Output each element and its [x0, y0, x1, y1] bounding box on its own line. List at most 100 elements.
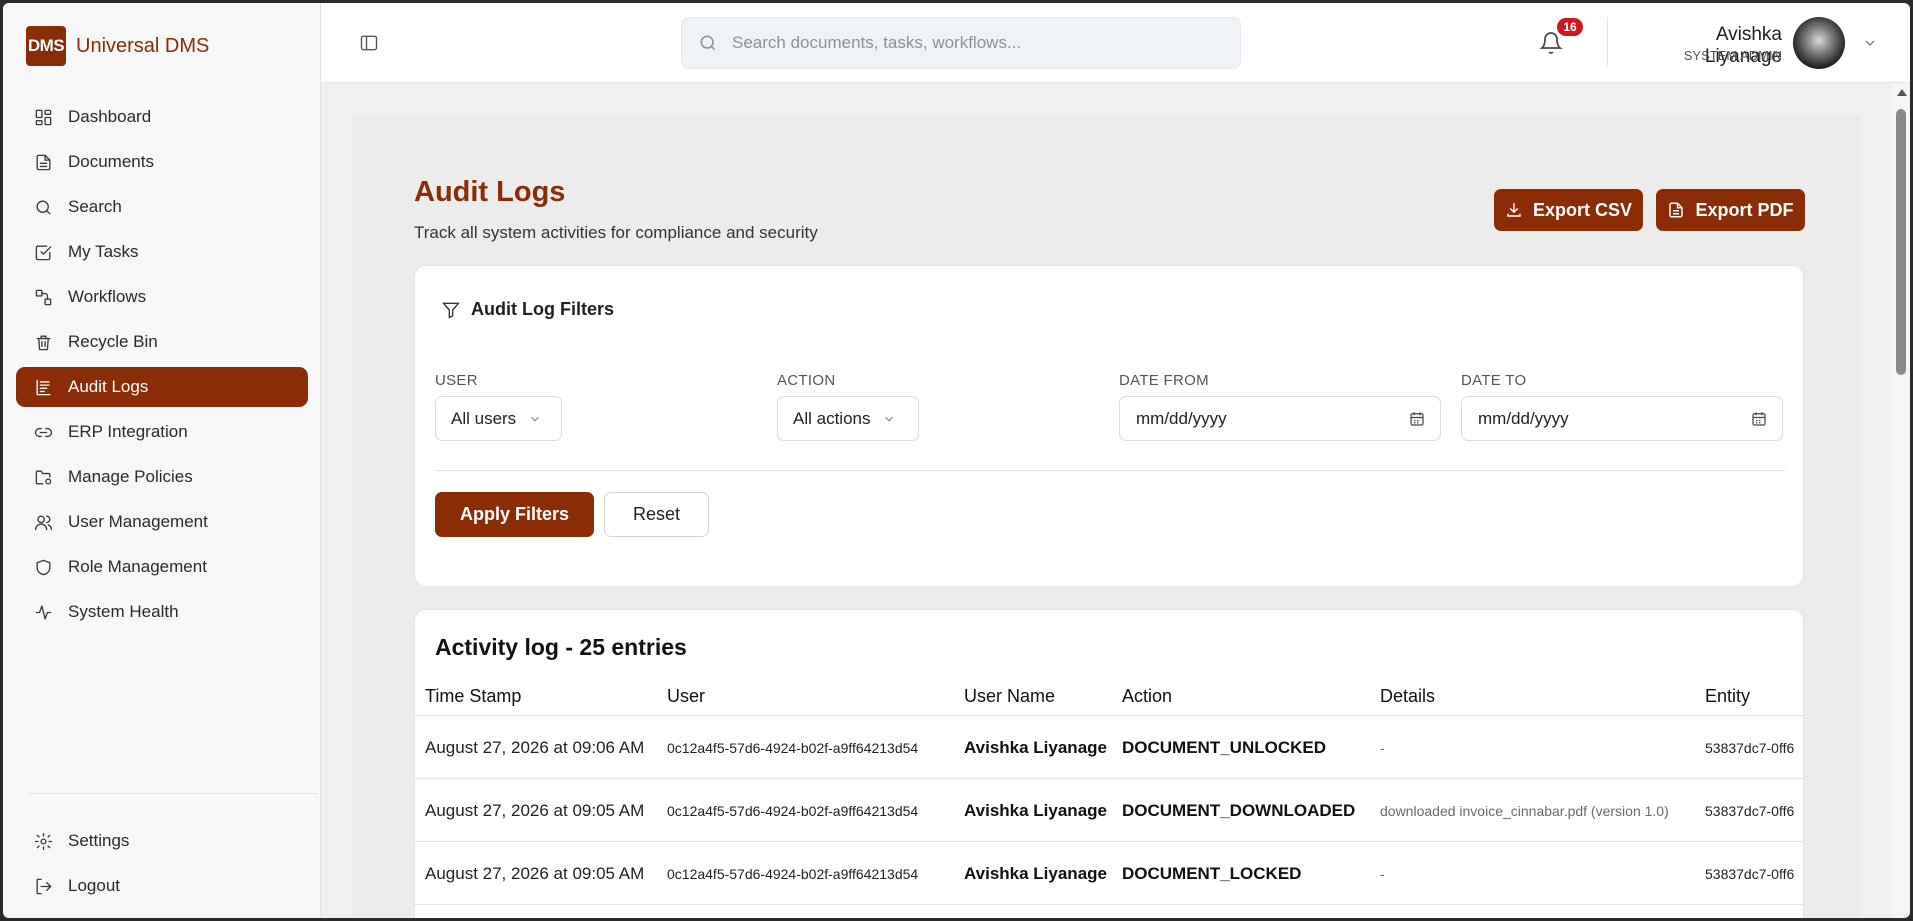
calendar-icon[interactable]: [1750, 410, 1768, 428]
sidebar-item-label: My Tasks: [68, 242, 139, 261]
sidebar-item-recycle-bin[interactable]: Recycle Bin: [16, 322, 308, 362]
top-bar: Search documents, tasks, workflows... 16…: [321, 3, 1910, 83]
date-to-input[interactable]: mm/dd/yyyy: [1461, 396, 1783, 441]
page-title: Audit Logs: [414, 176, 566, 208]
cell-details: -: [1380, 865, 1385, 882]
cell-details: downloaded invoice_cinnabar.pdf (version…: [1380, 802, 1669, 819]
activity-log-card: Activity log - 25 entries Time Stamp Use…: [414, 609, 1804, 918]
vertical-scrollbar[interactable]: [1892, 83, 1910, 918]
cell-user-id: 0c12a4f5-57d6-4924-b02f-a9ff64213d54: [667, 739, 919, 756]
sidebar-item-label: Workflows: [68, 287, 147, 306]
users-icon: [33, 512, 53, 532]
cell-user-name: Avishka Liyanage: [964, 737, 1107, 757]
action-filter-label: ACTION: [777, 372, 836, 389]
checkbox-icon: [33, 242, 53, 262]
sidebar-item-role-management[interactable]: Role Management: [16, 547, 308, 587]
cell-details: -: [1380, 739, 1385, 756]
action-select[interactable]: All actions: [777, 396, 919, 441]
cell-action: DOCUMENT_UNLOCKED: [1122, 737, 1326, 757]
sidebar-toggle-icon[interactable]: [359, 33, 381, 55]
scroll-up-arrow-icon[interactable]: [1897, 89, 1907, 96]
brand[interactable]: DMS Universal DMS: [26, 26, 209, 66]
export-csv-label: Export CSV: [1532, 199, 1633, 220]
date-from-value: mm/dd/yyyy: [1136, 408, 1227, 428]
sidebar-item-documents[interactable]: Documents: [16, 142, 308, 182]
brand-name: Universal DMS: [76, 34, 210, 57]
dashboard-icon: [33, 107, 53, 127]
user-role: SYSTEM ADMIN: [1683, 48, 1782, 63]
sidebar-item-manage-policies[interactable]: Manage Policies: [16, 457, 308, 497]
sidebar-item-logout[interactable]: Logout: [16, 866, 308, 906]
sidebar-item-search[interactable]: Search: [16, 187, 308, 227]
apply-filters-button[interactable]: Apply Filters: [435, 492, 594, 537]
table-row[interactable]: August 27, 2026 at 09:05 AM 0c12a4f5-57d…: [415, 841, 1803, 904]
sidebar-item-system-health[interactable]: System Health: [16, 592, 308, 632]
user-filter-label: USER: [435, 372, 478, 389]
export-pdf-button[interactable]: Export PDF: [1656, 189, 1805, 231]
export-csv-button[interactable]: Export CSV: [1494, 189, 1643, 231]
sidebar-item-label: Logout: [68, 876, 120, 895]
document-icon: [33, 152, 53, 172]
sidebar-item-label: Documents: [68, 152, 154, 171]
sidebar-nav: Dashboard Documents Search My Tasks Work…: [16, 97, 308, 637]
table-row[interactable]: August 27, 2026 at 09:06 AM 0c12a4f5-57d…: [415, 715, 1803, 778]
workflow-icon: [33, 287, 53, 307]
chevron-down-icon: [531, 416, 540, 421]
cell-action: DOCUMENT_DOWNLOADED: [1122, 800, 1356, 820]
chevron-down-icon: [885, 416, 894, 421]
date-from-input[interactable]: mm/dd/yyyy: [1119, 396, 1441, 441]
download-icon: [1507, 203, 1521, 217]
link-icon: [33, 422, 53, 442]
reset-button[interactable]: Reset: [604, 492, 709, 537]
calendar-icon[interactable]: [1408, 410, 1426, 428]
page-subtitle: Track all system activities for complian…: [414, 223, 818, 242]
sidebar-divider: [28, 793, 318, 794]
search-input[interactable]: Search documents, tasks, workflows...: [681, 17, 1241, 69]
sidebar-item-erp-integration[interactable]: ERP Integration: [16, 412, 308, 452]
notification-badge: 16: [1557, 18, 1583, 36]
column-header-timestamp: Time Stamp: [425, 686, 522, 706]
shield-icon: [33, 557, 53, 577]
folder-settings-icon: [33, 467, 53, 487]
user-select-value: All users: [451, 408, 517, 428]
column-header-entity: Entity: [1705, 686, 1751, 706]
cell-timestamp: August 27, 2026 at 09:05 AM: [425, 800, 645, 820]
avatar[interactable]: [1793, 17, 1845, 69]
header-divider: [1607, 17, 1608, 67]
sidebar-item-dashboard[interactable]: Dashboard: [16, 97, 308, 137]
scrollbar-thumb[interactable]: [1896, 109, 1906, 375]
table-row[interactable]: [415, 904, 1803, 918]
cell-timestamp: August 27, 2026 at 09:05 AM: [425, 863, 645, 883]
filter-card: Audit Log Filters USER All users ACTION …: [414, 265, 1804, 587]
cell-user-name: Avishka Liyanage: [964, 800, 1107, 820]
cell-action: DOCUMENT_LOCKED: [1122, 863, 1302, 883]
filter-title: Audit Log Filters: [471, 299, 614, 319]
sidebar-item-settings[interactable]: Settings: [16, 821, 308, 861]
sidebar-item-label: ERP Integration: [68, 422, 188, 441]
date-from-label: DATE FROM: [1119, 372, 1209, 389]
document-icon: [1669, 202, 1684, 218]
date-to-value: mm/dd/yyyy: [1478, 408, 1569, 428]
cell-user-id: 0c12a4f5-57d6-4924-b02f-a9ff64213d54: [667, 802, 919, 819]
sidebar-item-label: Manage Policies: [68, 467, 193, 486]
cell-timestamp: August 27, 2026 at 09:06 AM: [425, 737, 645, 757]
logout-icon: [33, 876, 53, 896]
user-select[interactable]: All users: [435, 396, 562, 441]
filter-icon: [442, 302, 460, 319]
activity-icon: [33, 602, 53, 622]
sidebar-item-label: Settings: [68, 831, 130, 850]
sidebar-item-label: Audit Logs: [68, 377, 149, 396]
sidebar-item-audit-logs[interactable]: Audit Logs: [16, 367, 308, 407]
sidebar-item-my-tasks[interactable]: My Tasks: [16, 232, 308, 272]
sidebar-item-user-management[interactable]: User Management: [16, 502, 308, 542]
sidebar-bottom-nav: Settings Logout: [16, 821, 308, 911]
sidebar-item-workflows[interactable]: Workflows: [16, 277, 308, 317]
sidebar-item-label: Recycle Bin: [68, 332, 158, 351]
date-to-label: DATE TO: [1461, 372, 1527, 389]
main-content: Audit Logs Track all system activities f…: [321, 83, 1892, 918]
sidebar-item-label: Role Management: [68, 557, 207, 576]
column-header-action: Action: [1122, 686, 1173, 706]
chevron-down-icon[interactable]: [1862, 35, 1878, 51]
table-row[interactable]: August 27, 2026 at 09:05 AM 0c12a4f5-57d…: [415, 778, 1803, 841]
column-header-user-name: User Name: [964, 686, 1056, 706]
